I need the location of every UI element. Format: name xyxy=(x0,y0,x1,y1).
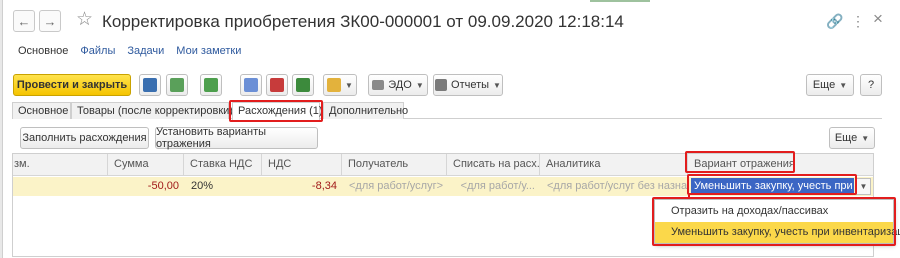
print-list-button[interactable] xyxy=(240,74,262,96)
col-header[interactable]: Получатель xyxy=(341,154,446,176)
dt-kt-button[interactable] xyxy=(266,74,288,96)
form-nav-links: Основное Файлы Задачи Мои заметки xyxy=(18,45,241,57)
col-header[interactable]: Вариант отражения xyxy=(687,154,873,176)
dt-kt-report-icon xyxy=(296,78,310,92)
option-reduce-purchase[interactable]: Уменьшить закупку, учесть при инвентариз… xyxy=(655,222,900,243)
list-icon xyxy=(244,78,258,92)
arrow-left-icon: ← xyxy=(17,13,31,29)
set-variants-button[interactable]: Установить варианты отражения xyxy=(155,126,318,150)
link-notes[interactable]: Мои заметки xyxy=(176,45,241,57)
col-header[interactable]: Ставка НДС xyxy=(183,154,261,176)
reports-icon xyxy=(435,79,448,91)
reports-label: Отчеты xyxy=(451,79,490,91)
tab-goods[interactable]: Товары (после корректировки) (1) xyxy=(71,102,249,119)
variant-dropdown-list[interactable]: Отразить на доходах/пассивах Уменьшить з… xyxy=(654,199,900,244)
grid-more-button[interactable]: Еще ▼ xyxy=(829,127,875,149)
tab-goods-label: Товары (после корректировки) (1) xyxy=(77,105,250,117)
edo-button[interactable]: ЭДО ▼ xyxy=(368,74,428,96)
strip-segment xyxy=(590,0,650,2)
arrow-right-icon: → xyxy=(43,13,57,29)
set-variants-label: Установить варианты отражения xyxy=(156,126,267,150)
post-doc-icon xyxy=(170,78,184,92)
cell-vat[interactable]: -8,34 xyxy=(261,177,341,196)
tab-extra[interactable]: Дополнительно xyxy=(323,102,408,119)
forward-button[interactable]: → xyxy=(39,10,61,32)
link-files[interactable]: Файлы xyxy=(80,45,115,57)
cell-sum[interactable]: -50,00 xyxy=(107,177,183,196)
col-header[interactable]: НДС xyxy=(261,154,341,176)
create-based-icon xyxy=(327,78,342,92)
col-header[interactable]: Списать на расх... xyxy=(446,154,539,176)
tab-main[interactable]: Основное xyxy=(12,102,71,119)
save-button[interactable] xyxy=(139,74,161,96)
chevron-down-icon: ▼ xyxy=(415,80,424,90)
cell-write-off[interactable]: <для работ/у... xyxy=(446,177,539,196)
cell-recipient[interactable]: <для работ/услуг> xyxy=(345,177,446,196)
link-tasks[interactable]: Задачи xyxy=(127,45,164,57)
chevron-down-icon: ▼ xyxy=(493,80,501,90)
tab-main-label: Основное xyxy=(18,105,69,117)
cell-variant-input[interactable]: Уменьшить закупку, учесть при инвентариз… xyxy=(691,178,854,195)
col-header[interactable]: Аналитика xyxy=(539,154,687,176)
chevron-down-icon: ▼ xyxy=(861,133,870,143)
post-and-close-label: Провести и закрыть xyxy=(16,79,128,91)
table-header: зм. Сумма Ставка НДС НДС Получатель Спис… xyxy=(13,154,873,176)
table-row[interactable]: -50,00 20% -8,34 <для работ/услуг> <для … xyxy=(13,177,873,196)
help-label: ? xyxy=(867,79,875,91)
create-based-button[interactable]: ▼ xyxy=(323,74,357,96)
cell-analytics[interactable]: <для работ/услуг без назна... xyxy=(543,177,687,196)
tab-expenses-label: Расхождения (1) xyxy=(238,105,323,117)
option-income-liabilities[interactable]: Отразить на доходах/пассивах xyxy=(655,201,893,222)
related-docs-button[interactable] xyxy=(200,74,222,96)
chevron-down-icon: ▼ xyxy=(345,80,353,90)
col-header[interactable]: Сумма xyxy=(107,154,183,176)
chevron-down-icon: ▼ xyxy=(859,182,868,191)
link-icon[interactable]: 🔗 xyxy=(826,12,843,30)
dt-kt-icon xyxy=(270,78,284,92)
edo-icon xyxy=(372,80,385,90)
floppy-icon xyxy=(143,78,157,92)
fill-differences-label: Заполнить расхождения xyxy=(22,132,147,144)
edo-label: ЭДО xyxy=(388,79,412,91)
more-label: Еще xyxy=(812,79,836,91)
col-header[interactable]: зм. xyxy=(12,154,107,176)
post-button[interactable] xyxy=(166,74,188,96)
link-main[interactable]: Основное xyxy=(18,45,68,57)
tab-expenses[interactable]: Расхождения (1) xyxy=(232,102,323,120)
more-button[interactable]: Еще ▼ xyxy=(806,74,854,96)
left-edge xyxy=(0,0,3,258)
grid-more-label: Еще xyxy=(834,132,858,144)
structure-icon xyxy=(204,78,218,92)
top-strip xyxy=(0,0,900,6)
help-button[interactable]: ? xyxy=(860,74,882,96)
chevron-down-icon: ▼ xyxy=(839,80,848,90)
fill-differences-button[interactable]: Заполнить расхождения xyxy=(20,127,149,149)
back-button[interactable]: ← xyxy=(13,10,35,32)
reports-button[interactable]: Отчеты ▼ xyxy=(433,74,503,96)
close-icon[interactable]: × xyxy=(873,10,883,28)
tab-extra-label: Дополнительно xyxy=(329,105,409,117)
page-title: Корректировка приобретения ЗК00-000001 о… xyxy=(102,12,624,31)
dt-kt-alt-button[interactable] xyxy=(292,74,314,96)
post-and-close-button[interactable]: Провести и закрыть xyxy=(13,74,131,96)
star-icon[interactable]: ☆ xyxy=(76,9,93,31)
variant-dropdown-button[interactable]: ▼ xyxy=(856,178,871,195)
cell-vat-rate[interactable]: 20% xyxy=(187,177,261,196)
more-vert-icon[interactable]: ⋮ xyxy=(851,12,865,30)
